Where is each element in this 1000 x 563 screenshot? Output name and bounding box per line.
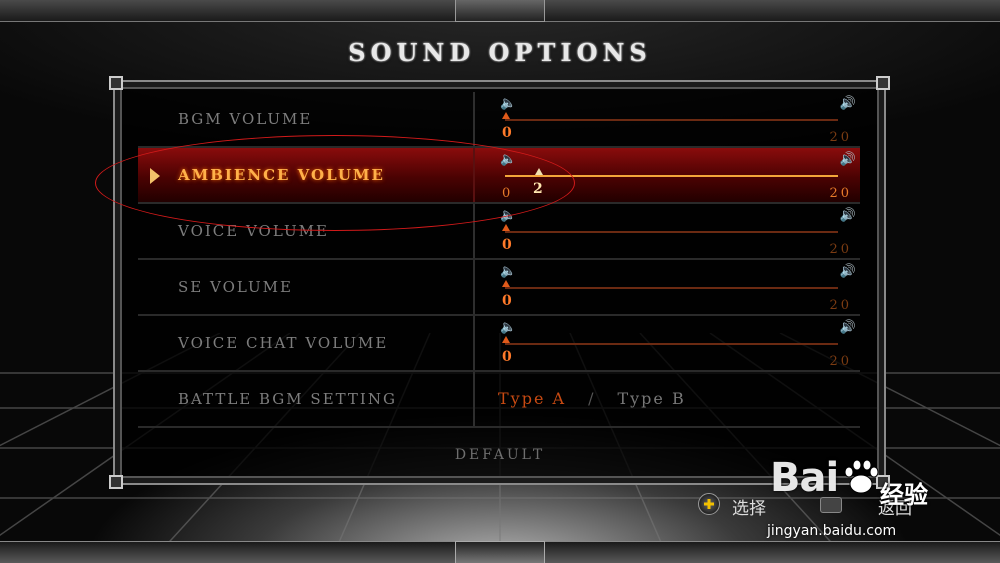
slider-max: 20 <box>829 186 852 201</box>
slider-max: 20 <box>829 130 852 145</box>
battle-bgm-choice: Type A / Type B <box>498 389 686 408</box>
type-b-option[interactable]: Type B <box>617 389 685 408</box>
slider-thumb[interactable] <box>502 112 510 119</box>
slider-track <box>505 231 838 233</box>
dpad-icon <box>698 493 720 515</box>
slider-max: 20 <box>829 298 852 313</box>
options-list: BGM VOLUME 🔈 🔊 0 20 AMBIENCE VOLUME 🔈 🔊 … <box>138 92 860 428</box>
slider-max: 20 <box>829 354 852 369</box>
watermark-paw-icon <box>844 459 879 494</box>
speaker-high-icon: 🔊 <box>839 264 856 279</box>
option-row-voice-chat-volume[interactable]: VOICE CHAT VOLUME 🔈 🔊 0 20 <box>138 316 860 372</box>
column-divider <box>473 316 475 370</box>
speaker-high-icon: 🔊 <box>839 320 856 335</box>
option-row-voice-volume[interactable]: VOICE VOLUME 🔈 🔊 0 20 <box>138 204 860 260</box>
slider-value: 0 <box>502 237 512 253</box>
speaker-low-icon: 🔈 <box>500 264 517 279</box>
se-volume-slider[interactable]: 🔈 🔊 0 20 <box>500 260 856 316</box>
slider-thumb[interactable] <box>502 336 510 343</box>
type-a-option[interactable]: Type A <box>498 389 566 408</box>
slider-value: 0 <box>502 349 512 365</box>
slider-max: 20 <box>829 242 852 257</box>
column-divider <box>473 92 475 146</box>
option-row-ambience-volume[interactable]: AMBIENCE VOLUME 🔈 🔊 0 2 20 <box>138 148 860 204</box>
top-bar <box>0 0 1000 22</box>
watermark-url: jingyan.baidu.com <box>767 523 897 539</box>
option-label: AMBIENCE VOLUME <box>178 166 385 184</box>
slider-track <box>505 287 838 289</box>
speaker-high-icon: 🔊 <box>839 96 856 111</box>
column-divider <box>473 148 475 202</box>
voice-volume-slider[interactable]: 🔈 🔊 0 20 <box>500 204 856 260</box>
bgm-volume-slider[interactable]: 🔈 🔊 0 20 <box>500 92 856 148</box>
frame-corner <box>876 76 890 90</box>
slider-track <box>505 175 838 177</box>
column-divider <box>473 260 475 314</box>
column-divider <box>473 372 475 426</box>
slider-track <box>505 119 838 121</box>
option-row-se-volume[interactable]: SE VOLUME 🔈 🔊 0 20 <box>138 260 860 316</box>
slider-track <box>505 343 838 345</box>
speaker-low-icon: 🔈 <box>500 320 517 335</box>
selection-cursor-icon <box>150 168 160 184</box>
slider-value: 0 <box>502 125 512 141</box>
option-row-battle-bgm-setting[interactable]: BATTLE BGM SETTING Type A / Type B <box>138 372 860 428</box>
speaker-low-icon: 🔈 <box>500 152 517 167</box>
voice-chat-volume-slider[interactable]: 🔈 🔊 0 20 <box>500 316 856 372</box>
option-label: VOICE VOLUME <box>178 222 329 240</box>
option-label: BGM VOLUME <box>178 110 313 128</box>
watermark-brand: Bai <box>770 455 839 501</box>
slider-thumb[interactable] <box>535 168 543 175</box>
option-separator: / <box>588 389 596 408</box>
slider-thumb[interactable] <box>502 224 510 231</box>
slider-value: 0 <box>502 293 512 309</box>
watermark-brand-cn: 经验 <box>880 481 928 509</box>
column-divider <box>473 204 475 258</box>
option-label: SE VOLUME <box>178 278 293 296</box>
option-label: BATTLE BGM SETTING <box>178 390 397 408</box>
top-ornament <box>455 0 545 22</box>
speaker-high-icon: 🔊 <box>839 208 856 223</box>
speaker-low-icon: 🔈 <box>500 96 517 111</box>
option-row-bgm-volume[interactable]: BGM VOLUME 🔈 🔊 0 20 <box>138 92 860 148</box>
slider-thumb[interactable] <box>502 280 510 287</box>
ambience-volume-slider[interactable]: 🔈 🔊 0 2 20 <box>500 148 856 204</box>
speaker-low-icon: 🔈 <box>500 208 517 223</box>
hint-select-label: 选择 <box>732 499 766 519</box>
slider-value: 2 <box>533 181 543 197</box>
frame-corner <box>109 76 123 90</box>
bottom-ornament <box>455 541 545 563</box>
slider-min: 0 <box>502 186 513 201</box>
page-title: SOUND OPTIONS <box>348 38 652 67</box>
frame-corner <box>109 475 123 489</box>
bottom-bar <box>0 541 1000 563</box>
speaker-high-icon: 🔊 <box>839 152 856 167</box>
option-label: VOICE CHAT VOLUME <box>178 334 389 352</box>
